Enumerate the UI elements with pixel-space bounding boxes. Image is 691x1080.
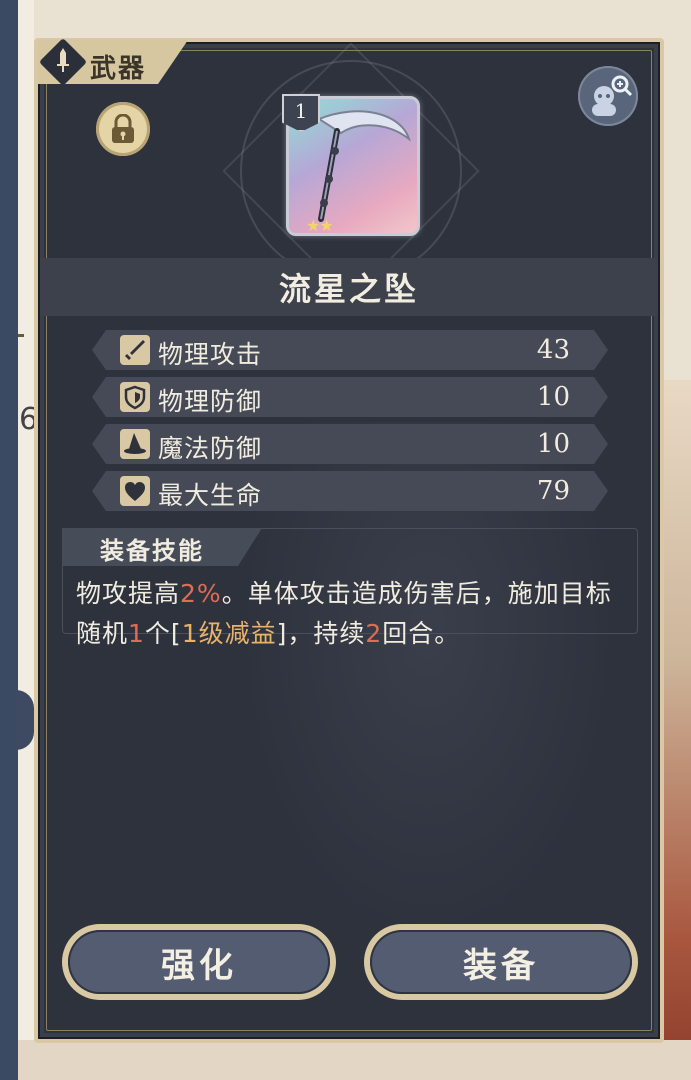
skill-value: 1 [128,619,145,648]
preview-character-button[interactable] [578,66,638,126]
sword-icon [120,335,150,365]
skill-text: 个[ [144,619,182,648]
stat-label: 最大生命 [158,481,263,510]
shield-icon [120,382,150,412]
background-tick [18,334,24,337]
skill-debuff-term: 1级减益 [181,619,277,648]
equip-button-label: 装备 [370,930,632,994]
avatar-zoom-icon [592,75,633,116]
skill-value: 2 [365,619,383,648]
skill-text: 物攻提高 [76,579,181,608]
stat-value: 79 [536,476,570,506]
wizard-hat-icon [120,429,150,459]
stat-label: 魔法防御 [158,434,263,463]
background-strip [18,0,34,1080]
sword-icon [50,47,76,77]
enhance-button[interactable]: 强化 [62,924,336,1000]
stat-value: 10 [536,382,570,412]
stat-value: 43 [536,335,570,365]
category-label: 武器 [90,54,147,84]
stat-label: 物理防御 [158,387,263,416]
background-character-art [661,380,691,1080]
lock-button[interactable] [96,102,150,156]
skill-value: 2% [180,579,222,608]
stat-value: 10 [536,429,570,459]
lock-icon [112,114,134,143]
skill-title: 装备技能 [100,537,204,565]
skill-text: ]，持续 [276,619,366,648]
weapon-rarity-stars: ★★ [306,216,334,235]
background-bottom [18,1040,691,1080]
skill-description: 物攻提高2%。单体攻击造成伤害后，施加目标随机1个[1级减益]，持续2回合。 [76,574,636,654]
background-left-edge [0,0,18,1080]
enhance-button-label: 强化 [68,930,330,994]
item-name: 流星之坠 [278,270,419,308]
heart-icon [120,476,150,506]
equip-button[interactable]: 装备 [364,924,638,1000]
stat-label: 物理攻击 [158,340,263,369]
skill-text: 回合。 [382,619,461,648]
side-expand-handle[interactable] [16,690,34,750]
